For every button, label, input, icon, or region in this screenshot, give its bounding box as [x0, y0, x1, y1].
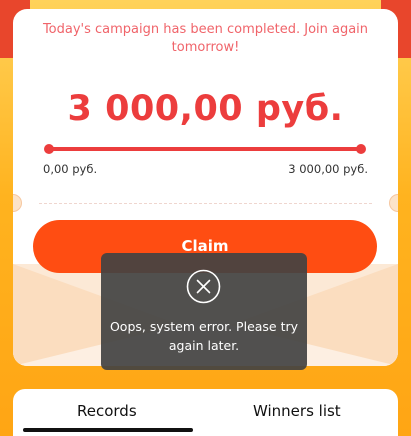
close-circle-icon: [186, 269, 221, 304]
progress-fill: [47, 147, 363, 151]
tab-selected-indicator: [23, 428, 193, 432]
tab-winners-list[interactable]: Winners list: [253, 402, 341, 420]
tab-records[interactable]: Records: [77, 402, 137, 420]
error-toast: Oops, system error. Please try again lat…: [101, 253, 307, 370]
ticket-notch-left: [13, 194, 22, 212]
ticket-notch-right: [389, 194, 398, 212]
progress-start-dot: [44, 144, 54, 154]
error-message: Oops, system error. Please try again lat…: [109, 319, 299, 353]
reward-amount: 3 000,00 руб.: [67, 89, 344, 129]
campaign-notice: Today's campaign has been completed. Joi…: [42, 22, 369, 55]
progress-min-label: 0,00 руб.: [43, 162, 98, 176]
tab-bar: Records Winners list: [13, 389, 398, 436]
progress-max-label: 3 000,00 руб.: [288, 162, 368, 176]
progress-end-dot: [356, 144, 366, 154]
progress-bar: [44, 144, 366, 154]
divider: [39, 203, 372, 204]
